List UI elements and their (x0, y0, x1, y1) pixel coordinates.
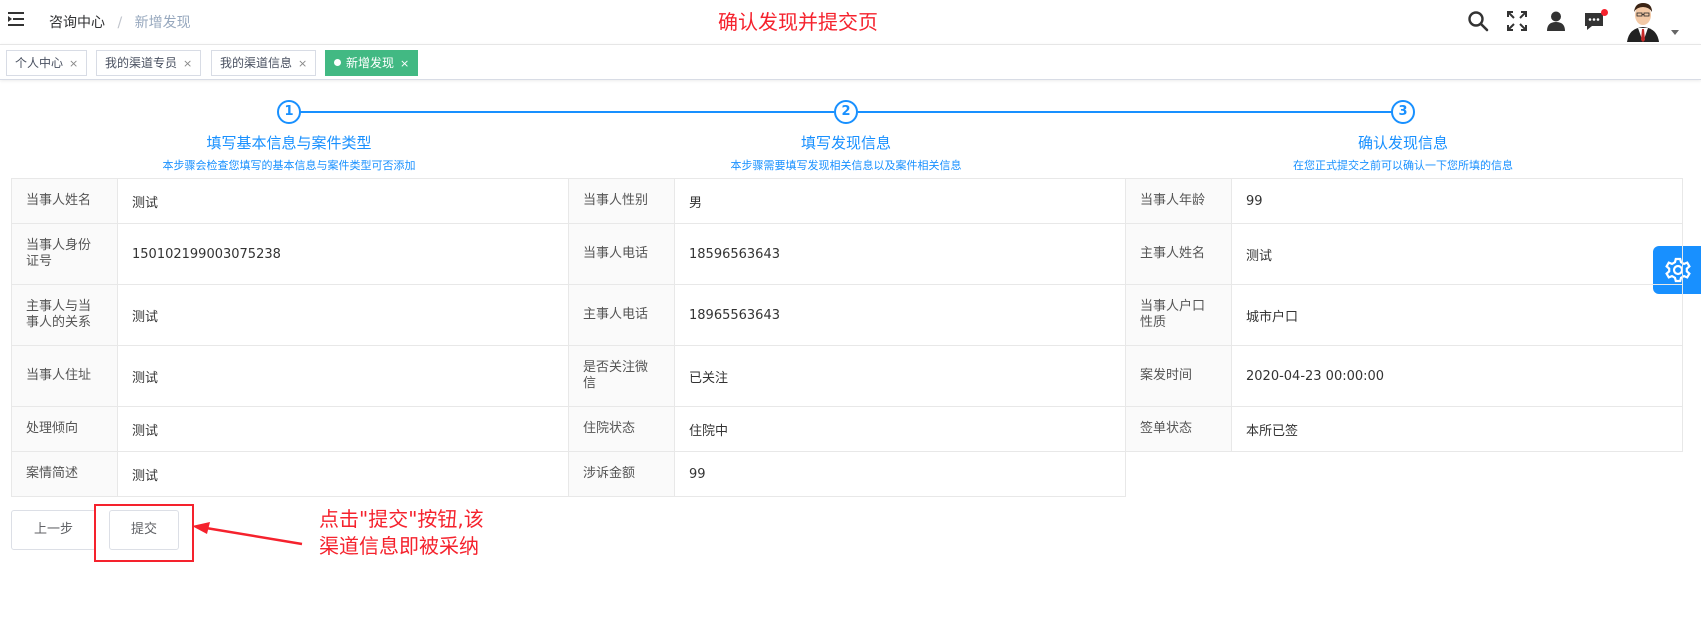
step-1-desc: 本步骤会检查您填写的基本信息与案件类型可否添加 (162, 159, 416, 172)
field-label: 是否关注微信 (568, 345, 675, 407)
search-icon[interactable] (1467, 10, 1489, 32)
field-value: 测试 (117, 284, 569, 346)
table-row: 主事人与当事人的关系 测试 主事人电话 18965563643 当事人户口性质 … (11, 284, 1683, 346)
field-label: 当事人身份证号 (11, 223, 118, 285)
close-icon[interactable]: × (298, 57, 307, 70)
tags-view-bar: 个人中心 × 我的渠道专员 × 我的渠道信息 × 新增发现 × (0, 44, 1701, 80)
tag-label: 个人中心 (15, 56, 64, 70)
step-connector-line (300, 111, 834, 113)
tag-new-discovery[interactable]: 新增发现 × (325, 50, 419, 76)
field-value: 99 (674, 451, 1126, 497)
page-caption: 确认发现并提交页 (718, 10, 878, 34)
close-icon[interactable]: × (69, 57, 78, 70)
field-value: 本所已签 (1231, 406, 1683, 452)
prev-step-button[interactable]: 上一步 (11, 510, 96, 550)
field-label: 当事人年龄 (1125, 178, 1232, 224)
step-1-circle: 1 (277, 100, 301, 124)
tag-personal-center[interactable]: 个人中心 × (6, 50, 88, 76)
field-value: 18596563643 (674, 223, 1126, 285)
step-1-title: 填写基本信息与案件类型 (206, 134, 372, 152)
close-icon[interactable]: × (183, 57, 192, 70)
field-value: 18965563643 (674, 284, 1126, 346)
tag-my-channel-info[interactable]: 我的渠道信息 × (211, 50, 317, 76)
notification-dot (1601, 9, 1608, 16)
field-value: 测试 (117, 451, 569, 497)
table-row: 当事人住址 测试 是否关注微信 已关注 案发时间 2020-04-23 00:0… (11, 345, 1683, 407)
field-label: 当事人住址 (11, 345, 118, 407)
discovery-info-table: 当事人姓名 测试 当事人性别 男 当事人年龄 99 当事人身份证号 150102… (11, 178, 1683, 497)
field-value: 城市户口 (1231, 284, 1683, 346)
breadcrumb-item-new-discovery: 新增发现 (134, 15, 191, 31)
step-3-circle: 3 (1391, 100, 1415, 124)
field-label: 签单状态 (1125, 406, 1232, 452)
field-value: 测试 (117, 178, 569, 224)
table-row: 案情简述 测试 涉诉金额 99 (11, 451, 1683, 497)
step-2-title: 填写发现信息 (800, 134, 891, 152)
field-label: 当事人户口性质 (1125, 284, 1232, 346)
avatar[interactable] (1623, 0, 1663, 42)
tag-label: 我的渠道信息 (220, 56, 293, 70)
field-label: 案情简述 (11, 451, 118, 497)
breadcrumb: 咨询中心 / 新增发现 (49, 12, 191, 32)
table-row: 当事人姓名 测试 当事人性别 男 当事人年龄 99 (11, 178, 1683, 224)
menu-fold-icon[interactable] (8, 11, 26, 27)
field-value: 测试 (117, 406, 569, 452)
tag-label: 新增发现 (346, 56, 395, 70)
field-value: 150102199003075238 (117, 223, 569, 285)
field-value: 测试 (1231, 223, 1683, 285)
field-value: 99 (1231, 178, 1683, 224)
close-icon[interactable]: × (400, 57, 409, 70)
annotation-text: 点击"提交"按钮,该渠道信息即被采纳 (319, 507, 484, 558)
user-icon[interactable] (1545, 10, 1567, 32)
field-label: 涉诉金额 (568, 451, 675, 497)
field-label: 案发时间 (1125, 345, 1232, 407)
field-value: 2020-04-23 00:00:00 (1231, 345, 1683, 407)
table-row: 当事人身份证号 150102199003075238 当事人电话 1859656… (11, 223, 1683, 285)
table-row: 处理倾向 测试 住院状态 住院中 签单状态 本所已签 (11, 406, 1683, 452)
active-dot-icon (334, 59, 341, 66)
tag-label: 我的渠道专员 (105, 56, 178, 70)
top-header: 咨询中心 / 新增发现 确认发现并提交页 (0, 0, 1701, 43)
step-connector-line (858, 111, 1393, 113)
step-2-circle: 2 (834, 100, 858, 124)
step-3-title: 确认发现信息 (1357, 134, 1448, 152)
field-value: 已关注 (674, 345, 1126, 407)
annotation-highlight-box (94, 504, 194, 562)
field-label: 处理倾向 (11, 406, 118, 452)
field-value: 测试 (117, 345, 569, 407)
steps-indicator: 1 填写基本信息与案件类型 本步骤会检查您填写的基本信息与案件类型可否添加 2 … (0, 96, 1701, 176)
empty-cell (1125, 451, 1683, 497)
step-3-desc: 在您正式提交之前可以确认一下您所填的信息 (1293, 159, 1513, 172)
breadcrumb-item-consult-center[interactable]: 咨询中心 (49, 15, 105, 31)
field-label: 主事人姓名 (1125, 223, 1232, 285)
annotation-arrow-icon (192, 522, 303, 546)
field-label: 当事人性别 (568, 178, 675, 224)
chevron-down-icon[interactable] (1671, 30, 1679, 35)
field-value: 住院中 (674, 406, 1126, 452)
tag-my-channel-agents[interactable]: 我的渠道专员 × (96, 50, 202, 76)
field-label: 住院状态 (568, 406, 675, 452)
field-label: 当事人姓名 (11, 178, 118, 224)
field-label: 主事人电话 (568, 284, 675, 346)
fullscreen-icon[interactable] (1506, 10, 1528, 32)
field-value: 男 (674, 178, 1126, 224)
step-2-desc: 本步骤需要填写发现相关信息以及案件相关信息 (730, 159, 962, 172)
field-label: 当事人电话 (568, 223, 675, 285)
breadcrumb-separator: / (117, 15, 123, 31)
field-label: 主事人与当事人的关系 (11, 284, 118, 346)
